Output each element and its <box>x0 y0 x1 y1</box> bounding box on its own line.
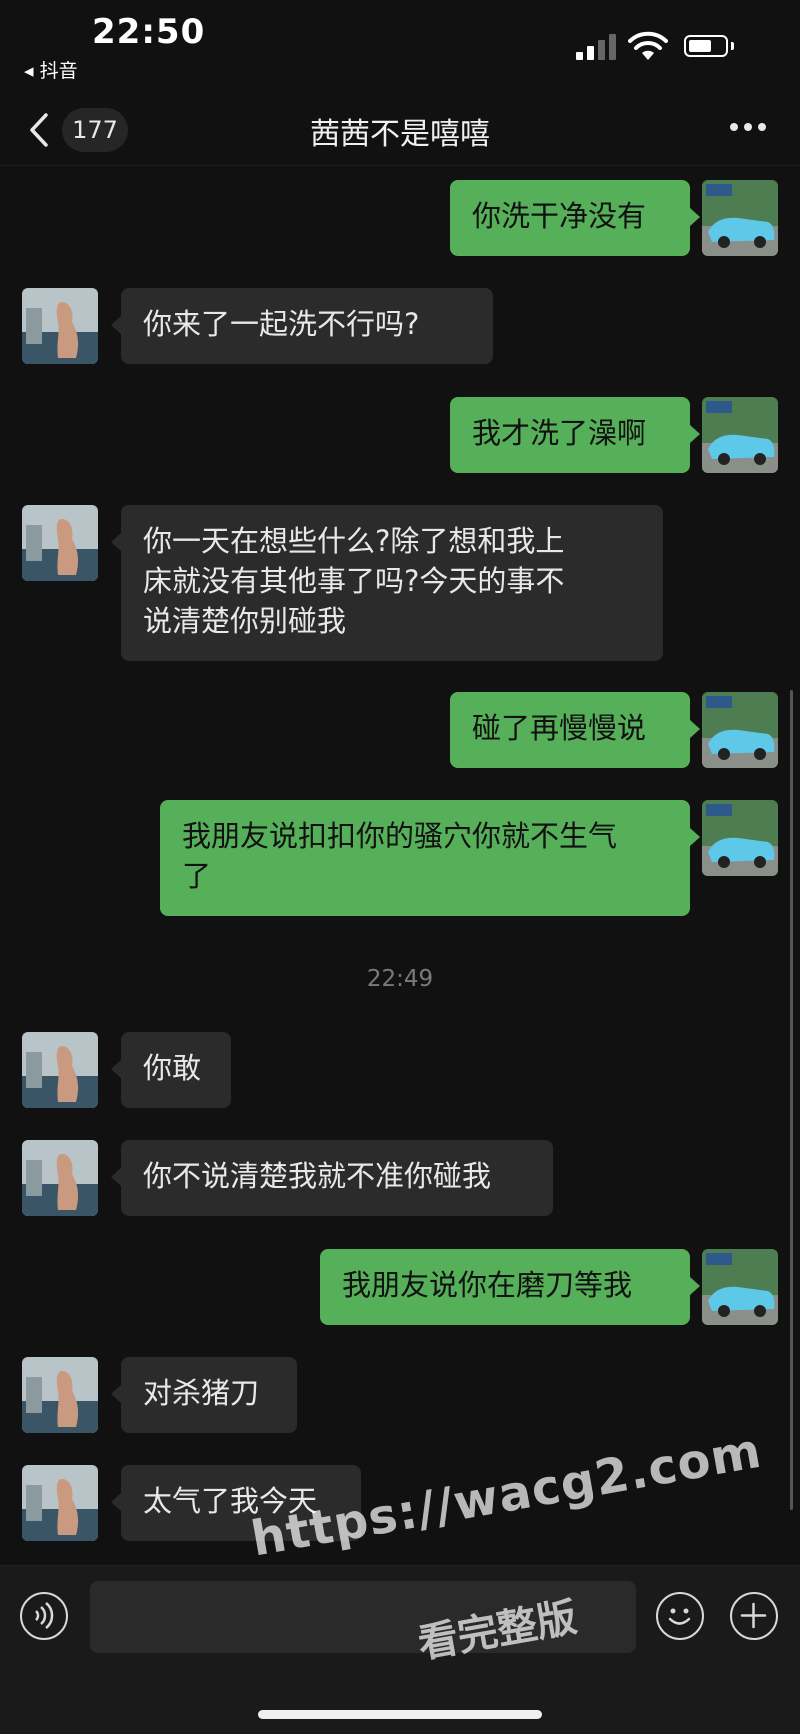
message-text-line: 说清楚你别碰我 <box>143 604 347 638</box>
message-text-line: 我朋友说扣扣你的骚穴你就不生气 <box>182 819 618 853</box>
message-text: 你不说清楚我就不准你碰我 <box>143 1159 492 1193</box>
bubble-tail <box>690 425 700 443</box>
bubble-tail <box>111 316 121 334</box>
my-avatar[interactable] <box>702 800 778 876</box>
sent-message-bubble[interactable]: 你洗干净没有 <box>450 180 690 256</box>
emoji-button[interactable] <box>656 1592 704 1640</box>
bubble-tail <box>690 1277 700 1295</box>
message-text-line: 了 <box>182 859 212 893</box>
plus-button[interactable] <box>730 1592 778 1640</box>
message-text: 你敢 <box>143 1051 202 1085</box>
plus-icon <box>740 1602 767 1629</box>
message-text: 我才洗了澡啊 <box>472 416 647 450</box>
contact-avatar[interactable] <box>22 1032 98 1108</box>
input-bar <box>0 1565 800 1734</box>
message-text: 你洗干净没有 <box>472 199 647 233</box>
wifi-icon <box>628 31 668 60</box>
battery-icon <box>684 35 728 57</box>
contact-avatar[interactable] <box>22 1357 98 1433</box>
sent-message-bubble[interactable]: 我朋友说扣扣你的骚穴你就不生气了 <box>160 800 690 916</box>
chat-header: 177 茜茜不是嘻嘻 <box>0 95 800 166</box>
bubble-tail <box>690 720 700 738</box>
sent-message-bubble[interactable]: 碰了再慢慢说 <box>450 692 690 768</box>
contact-avatar[interactable] <box>22 505 98 581</box>
message-text: 对杀猪刀 <box>143 1376 260 1410</box>
status-time: 22:50 <box>92 12 206 52</box>
message-timestamp: 22:49 <box>366 966 434 992</box>
contact-avatar[interactable] <box>22 1140 98 1216</box>
back-to-app-link[interactable]: ◂ 抖音 <box>24 56 78 83</box>
received-message-bubble[interactable]: 你敢 <box>121 1032 231 1108</box>
my-avatar[interactable] <box>702 692 778 768</box>
chat-title: 茜茜不是嘻嘻 <box>310 117 490 152</box>
my-avatar[interactable] <box>702 180 778 256</box>
voice-icon <box>35 1602 54 1629</box>
bubble-tail <box>690 208 700 226</box>
contact-avatar[interactable] <box>22 288 98 364</box>
my-avatar[interactable] <box>702 1249 778 1325</box>
contact-avatar[interactable] <box>22 1465 98 1541</box>
message-text: 碰了再慢慢说 <box>472 711 647 745</box>
more-icon[interactable] <box>728 123 768 137</box>
message-text: 你来了一起洗不行吗? <box>143 307 420 341</box>
my-avatar[interactable] <box>702 397 778 473</box>
battery-cap <box>731 42 734 50</box>
bubble-tail <box>111 1060 121 1078</box>
received-message-bubble[interactable]: 对杀猪刀 <box>121 1357 297 1433</box>
home-indicator[interactable] <box>258 1710 542 1719</box>
bubble-tail <box>111 1385 121 1403</box>
bubble-tail <box>111 1168 121 1186</box>
received-message-bubble[interactable]: 你不说清楚我就不准你碰我 <box>121 1140 553 1216</box>
emoji-icon <box>668 1608 691 1625</box>
received-message-bubble[interactable]: 你一天在想些什么?除了想和我上 床就没有其他事了吗?今天的事不 说清楚你别碰我 <box>121 505 663 661</box>
status-bar: 22:50 ◂ 抖音 <box>0 0 800 95</box>
message-text: 我朋友说你在磨刀等我 <box>342 1268 633 1302</box>
voice-button[interactable] <box>20 1592 68 1640</box>
bubble-tail <box>111 533 121 551</box>
bubble-tail <box>690 828 700 846</box>
received-message-bubble[interactable]: 你来了一起洗不行吗? <box>121 288 493 364</box>
message-text-line: 床就没有其他事了吗?今天的事不 <box>143 564 565 598</box>
sent-message-bubble[interactable]: 我朋友说你在磨刀等我 <box>320 1249 690 1325</box>
message-text-line: 你一天在想些什么?除了想和我上 <box>143 524 565 558</box>
bubble-tail <box>111 1493 121 1511</box>
scrollbar[interactable] <box>790 690 793 1510</box>
signal-icon <box>576 34 616 60</box>
sent-message-bubble[interactable]: 我才洗了澡啊 <box>450 397 690 473</box>
